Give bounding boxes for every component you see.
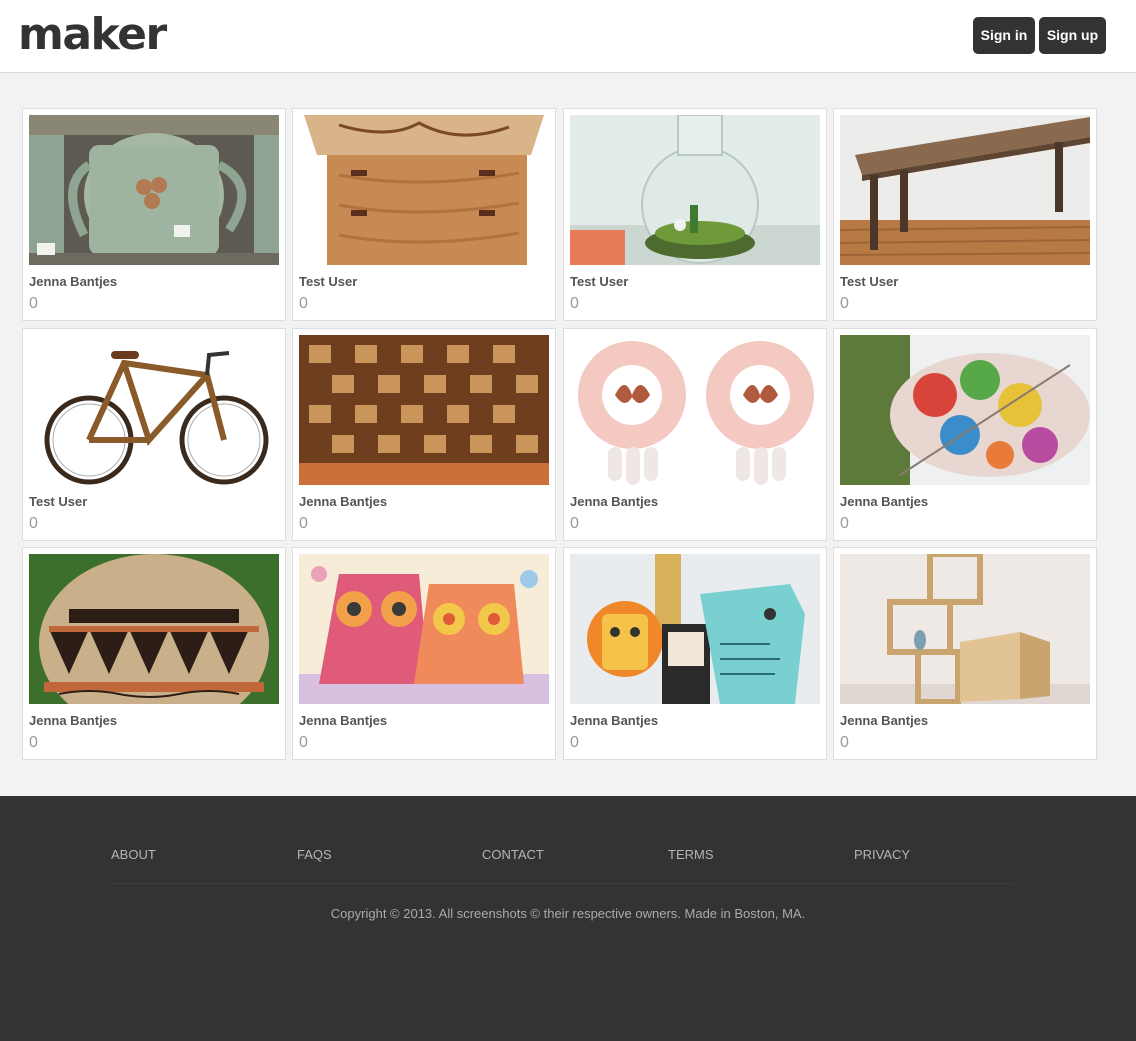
project-count: 0 — [840, 295, 849, 312]
footer-divider — [111, 883, 1014, 884]
project-count: 0 — [299, 734, 308, 751]
project-card[interactable]: Jenna Bantjes 0 — [22, 108, 286, 321]
glass-terrarium-image[interactable] — [570, 115, 820, 265]
project-author[interactable]: Test User — [840, 274, 898, 289]
footer-link-about[interactable]: About — [111, 847, 156, 862]
project-count: 0 — [29, 515, 38, 532]
project-author[interactable]: Test User — [299, 274, 357, 289]
project-count: 0 — [570, 295, 579, 312]
footer-link-faqs[interactable]: FAQs — [297, 847, 332, 862]
paper-animals-image[interactable] — [570, 554, 820, 704]
sign-in-button[interactable]: Sign in — [973, 17, 1035, 54]
project-card[interactable]: Jenna Bantjes 0 — [22, 547, 286, 760]
project-count: 0 — [570, 515, 579, 532]
project-author[interactable]: Jenna Bantjes — [840, 713, 928, 728]
project-card[interactable]: Jenna Bantjes 0 — [833, 328, 1097, 541]
project-author[interactable]: Jenna Bantjes — [29, 274, 117, 289]
footer-link-terms[interactable]: Terms — [668, 847, 714, 862]
project-count: 0 — [29, 295, 38, 312]
site-footer: About FAQs Contact Terms Privacy Copyrig… — [0, 796, 1136, 1041]
footer-link-contact[interactable]: Contact — [482, 847, 544, 862]
project-card[interactable]: Jenna Bantjes 0 — [563, 328, 827, 541]
wooden-box-image[interactable] — [299, 115, 549, 265]
project-author[interactable]: Jenna Bantjes — [299, 713, 387, 728]
project-author[interactable]: Test User — [570, 274, 628, 289]
project-card[interactable]: Test User 0 — [833, 108, 1097, 321]
site-logo[interactable]: maker — [18, 8, 167, 62]
copyright-text: Copyright © 2013. All screenshots © thei… — [330, 906, 806, 921]
butterfly-earrings-image[interactable] — [570, 335, 820, 485]
project-card[interactable]: Test User 0 — [292, 108, 556, 321]
project-count: 0 — [570, 734, 579, 751]
ceramic-mugs-image[interactable] — [29, 115, 279, 265]
project-author[interactable]: Jenna Bantjes — [299, 494, 387, 509]
project-count: 0 — [840, 515, 849, 532]
project-card[interactable]: Jenna Bantjes 0 — [292, 328, 556, 541]
project-card[interactable]: Jenna Bantjes 0 — [292, 547, 556, 760]
project-count: 0 — [299, 515, 308, 532]
project-count: 0 — [840, 734, 849, 751]
painted-vase-image[interactable] — [29, 554, 279, 704]
cutting-board-image[interactable] — [299, 335, 549, 485]
project-author[interactable]: Jenna Bantjes — [570, 494, 658, 509]
project-card[interactable]: Jenna Bantjes 0 — [833, 547, 1097, 760]
site-header: maker Sign in Sign up — [0, 0, 1136, 73]
owl-pillows-image[interactable] — [299, 554, 549, 704]
project-card[interactable]: Test User 0 — [563, 108, 827, 321]
project-author[interactable]: Jenna Bantjes — [29, 713, 117, 728]
project-count: 0 — [299, 295, 308, 312]
leaf-print-image[interactable] — [840, 335, 1090, 485]
project-author[interactable]: Jenna Bantjes — [570, 713, 658, 728]
wooden-shelves-image[interactable] — [840, 554, 1090, 704]
footer-nav: About FAQs Contact Terms Privacy — [111, 847, 1014, 867]
project-author[interactable]: Test User — [29, 494, 87, 509]
bamboo-bicycle-image[interactable] — [29, 335, 279, 485]
project-author[interactable]: Jenna Bantjes — [840, 494, 928, 509]
project-card[interactable]: Test User 0 — [22, 328, 286, 541]
footer-link-privacy[interactable]: Privacy — [854, 847, 910, 862]
project-card[interactable]: Jenna Bantjes 0 — [563, 547, 827, 760]
project-count: 0 — [29, 734, 38, 751]
wooden-bench-image[interactable] — [840, 115, 1090, 265]
sign-up-button[interactable]: Sign up — [1039, 17, 1106, 54]
